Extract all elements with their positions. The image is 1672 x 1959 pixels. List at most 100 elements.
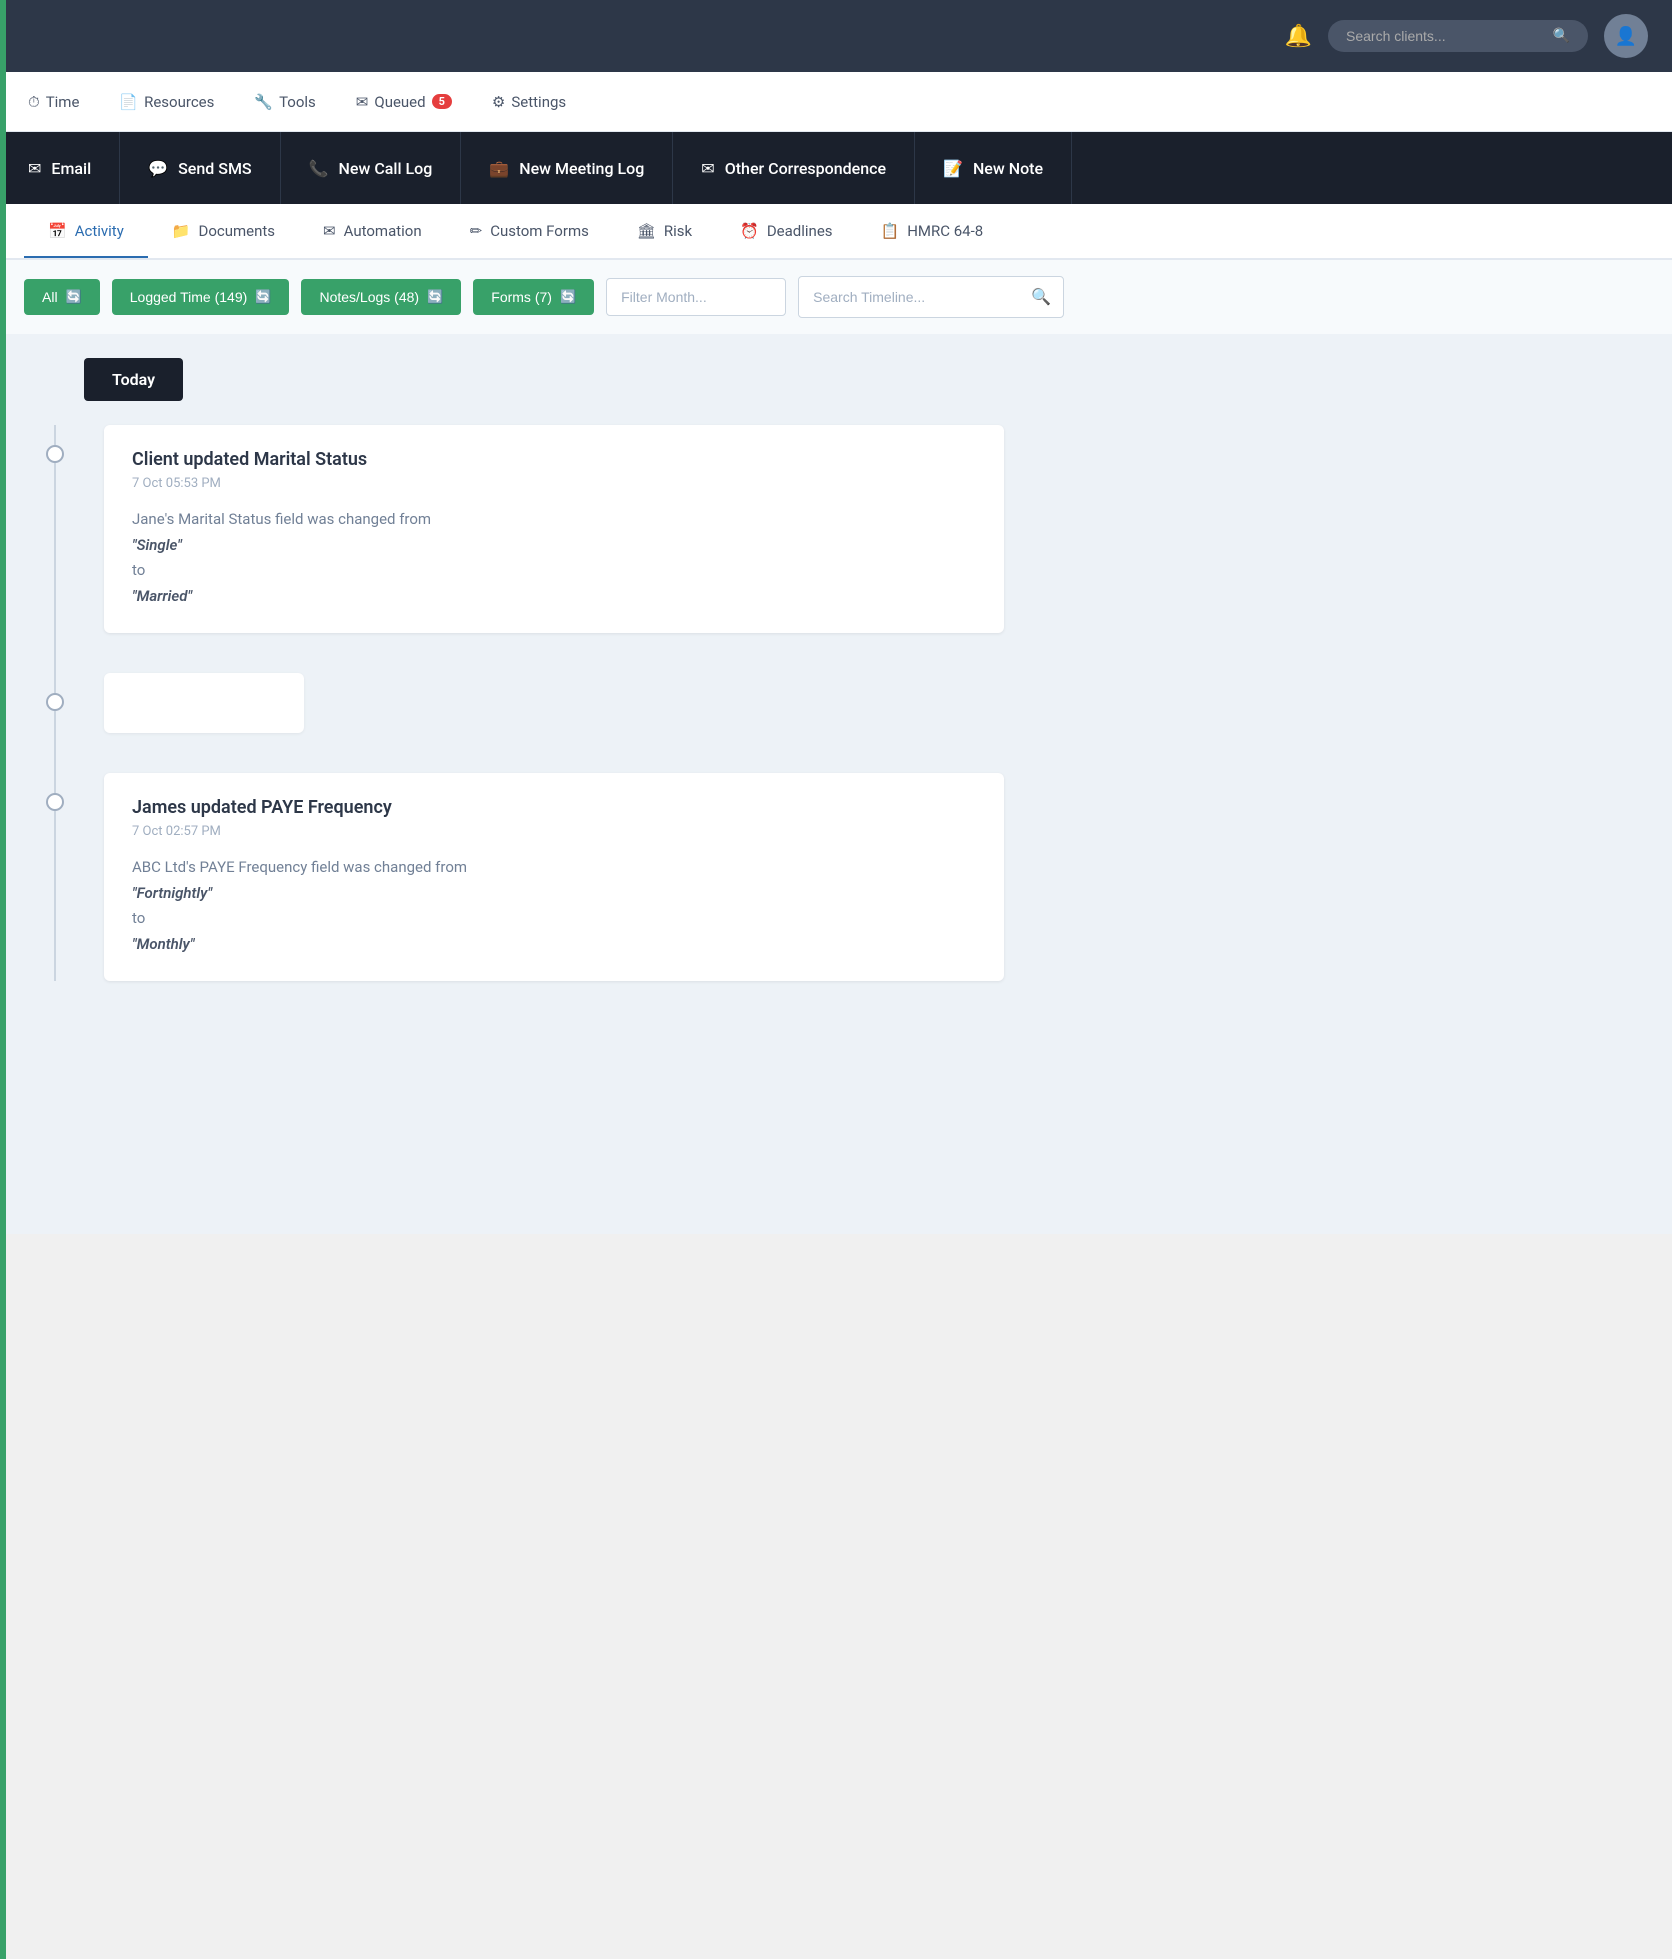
top-bar: 🔔 🔍 👤 — [0, 0, 1672, 72]
all-label: All — [42, 289, 58, 305]
notes-logs-label: Notes/Logs (48) — [319, 289, 419, 305]
notification-icon[interactable]: 🔔 — [1285, 24, 1312, 49]
documents-icon: 📁 — [172, 222, 191, 240]
refresh-logged-icon: 🔄 — [255, 289, 271, 305]
tab-documents-label: Documents — [198, 222, 275, 240]
tab-hmrc-64-8[interactable]: 📋 HMRC 64-8 — [857, 206, 1008, 258]
timeline-card-1: Client updated Marital Status 7 Oct 05:5… — [104, 425, 1004, 633]
activity-icon: 📅 — [48, 222, 67, 240]
nav-label-time: Time — [46, 93, 80, 111]
hmrc-icon: 📋 — [881, 222, 900, 240]
correspondence-label: Other Correspondence — [725, 159, 886, 178]
tab-documents[interactable]: 📁 Documents — [148, 206, 299, 258]
time-icon: ⏱ — [28, 93, 40, 111]
tab-custom-forms-label: Custom Forms — [490, 222, 589, 240]
timeline-spacer — [104, 673, 1648, 733]
tab-deadlines-label: Deadlines — [767, 222, 833, 240]
nav-label-tools: Tools — [279, 93, 316, 111]
tab-custom-forms[interactable]: ✏ Custom Forms — [446, 206, 613, 258]
tab-automation-label: Automation — [344, 222, 422, 240]
nav-item-settings[interactable]: ⚙ Settings — [488, 85, 570, 119]
filter-row: All 🔄 Logged Time (149) 🔄 Notes/Logs (48… — [0, 260, 1672, 334]
new-meeting-log-button[interactable]: 💼 New Meeting Log — [461, 132, 673, 204]
meeting-icon: 💼 — [489, 159, 509, 178]
sms-label: Send SMS — [178, 159, 252, 178]
all-filter-button[interactable]: All 🔄 — [24, 279, 100, 315]
notes-logs-button[interactable]: Notes/Logs (48) 🔄 — [301, 279, 461, 315]
timeline-dot-spacer — [46, 693, 64, 711]
timeline-dot-1 — [46, 445, 64, 463]
note-icon: 📝 — [943, 159, 963, 178]
action-bar: ✉ Email 💬 Send SMS 📞 New Call Log 💼 New … — [0, 132, 1672, 204]
today-badge: Today — [84, 358, 183, 401]
email-button[interactable]: ✉ Email — [0, 132, 120, 204]
timeline-entry-1: Client updated Marital Status 7 Oct 05:5… — [104, 425, 1648, 633]
entry-2-time: 7 Oct 02:57 PM — [132, 824, 976, 839]
refresh-forms-icon: 🔄 — [560, 289, 576, 305]
green-accent-strip — [0, 0, 6, 1959]
call-log-label: New Call Log — [339, 159, 433, 178]
entry-2-title: James updated PAYE Frequency — [132, 797, 976, 818]
entry-1-time: 7 Oct 05:53 PM — [132, 476, 976, 491]
sms-icon: 💬 — [148, 159, 168, 178]
email-icon: ✉ — [28, 159, 41, 178]
nav-item-time[interactable]: ⏱ Time — [24, 85, 83, 119]
logged-time-label: Logged Time (149) — [130, 289, 248, 305]
risk-icon: 🏛 — [637, 222, 656, 240]
nav-label-queued: Queued — [374, 93, 425, 111]
search-bar-container: 🔍 — [1328, 20, 1588, 52]
entry-1-from-value: "Single" — [132, 536, 182, 554]
search-timeline-wrapper: 🔍 — [798, 276, 1064, 318]
timeline-wrapper: Client updated Marital Status 7 Oct 05:5… — [24, 425, 1648, 981]
deadlines-icon: ⏰ — [740, 222, 759, 240]
entry-1-to-label: to — [132, 561, 145, 579]
refresh-notes-icon: 🔄 — [427, 289, 443, 305]
tab-automation[interactable]: ✉ Automation — [299, 206, 446, 258]
nav-item-tools[interactable]: 🔧 Tools — [250, 85, 319, 119]
entry-1-body: Jane's Marital Status field was changed … — [132, 507, 976, 609]
tab-hmrc-label: HMRC 64-8 — [907, 222, 983, 240]
tab-risk[interactable]: 🏛 Risk — [613, 206, 716, 258]
avatar[interactable]: 👤 — [1604, 14, 1648, 58]
tab-activity[interactable]: 📅 Activity — [24, 206, 148, 258]
automation-icon: ✉ — [323, 222, 336, 240]
other-correspondence-button[interactable]: ✉ Other Correspondence — [673, 132, 915, 204]
nav-label-settings: Settings — [511, 93, 566, 111]
tab-deadlines[interactable]: ⏰ Deadlines — [716, 206, 856, 258]
entry-1-body-prefix: Jane's Marital Status field was changed … — [132, 510, 431, 528]
tab-risk-label: Risk — [664, 222, 692, 240]
nav-label-resources: Resources — [144, 93, 214, 111]
entry-2-to-value: "Monthly" — [132, 935, 194, 953]
timeline-dot-2 — [46, 793, 64, 811]
timeline-area: Today Client updated Marital Status 7 Oc… — [0, 334, 1672, 1234]
entry-1-title: Client updated Marital Status — [132, 449, 976, 470]
settings-icon: ⚙ — [492, 93, 505, 111]
new-note-button[interactable]: 📝 New Note — [915, 132, 1072, 204]
nav-item-resources[interactable]: 📄 Resources — [115, 85, 218, 119]
entry-2-to-label: to — [132, 909, 145, 927]
tab-activity-label: Activity — [75, 222, 124, 240]
forms-button[interactable]: Forms (7) 🔄 — [473, 279, 594, 315]
forms-label: Forms (7) — [491, 289, 552, 305]
phone-icon: 📞 — [309, 159, 329, 178]
entry-2-from-value: "Fortnightly" — [132, 884, 212, 902]
entry-1-to-value: "Married" — [132, 587, 192, 605]
search-timeline-button[interactable]: 🔍 — [1019, 277, 1063, 317]
timeline-card-2: James updated PAYE Frequency 7 Oct 02:57… — [104, 773, 1004, 981]
resources-icon: 📄 — [119, 93, 138, 111]
correspondence-icon: ✉ — [701, 159, 714, 178]
filter-month-input[interactable] — [606, 278, 786, 316]
nav-item-queued[interactable]: ✉ Queued 5 — [352, 85, 456, 119]
search-icon: 🔍 — [1553, 28, 1570, 44]
send-sms-button[interactable]: 💬 Send SMS — [120, 132, 280, 204]
search-input[interactable] — [1346, 28, 1545, 44]
queued-badge: 5 — [432, 94, 452, 109]
entry-2-body-prefix: ABC Ltd's PAYE Frequency field was chang… — [132, 858, 467, 876]
queued-icon: ✉ — [356, 93, 369, 111]
new-call-log-button[interactable]: 📞 New Call Log — [281, 132, 462, 204]
email-label: Email — [51, 159, 91, 178]
search-timeline-input[interactable] — [799, 279, 1019, 315]
second-nav: ⏱ Time 📄 Resources 🔧 Tools ✉ Queued 5 ⚙ … — [0, 72, 1672, 132]
custom-forms-icon: ✏ — [470, 222, 483, 240]
logged-time-button[interactable]: Logged Time (149) 🔄 — [112, 279, 290, 315]
